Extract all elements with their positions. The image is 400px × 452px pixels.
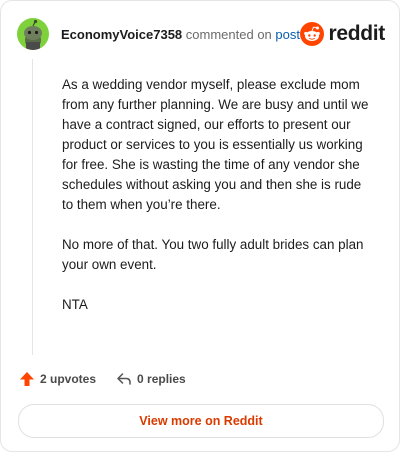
comment-card: EconomyVoice7358 commented on post reddi… [0,0,400,452]
commented-on-text: commented on [185,26,272,42]
comment-header: EconomyVoice7358 commented on post reddi… [17,17,385,51]
comment-paragraph: As a wedding vendor myself, please exclu… [62,77,369,212]
comment-paragraph: NTA [62,297,88,312]
reddit-logo-icon [300,22,325,46]
upvote-button[interactable]: 2 upvotes [19,371,96,387]
comment-paragraph: No more of that. You two fully adult bri… [62,237,364,272]
upvote-count: 2 upvotes [40,372,97,386]
thread-line [32,59,33,355]
reply-button[interactable]: 0 replies [116,371,186,387]
post-link[interactable]: post [275,27,300,42]
upvote-arrow-icon [20,372,34,386]
reddit-wordmark: reddit [328,22,385,45]
reddit-logo[interactable]: reddit [300,22,385,46]
reply-arrow-icon [117,373,131,385]
avatar[interactable] [17,18,49,50]
username[interactable]: EconomyVoice7358 [61,27,182,42]
comment-actions: 2 upvotes 0 replies [19,371,186,387]
comment-meta: EconomyVoice7358 commented on post [61,27,300,42]
view-more-button[interactable]: View more on Reddit [18,404,384,438]
reply-count: 0 replies [137,372,186,386]
snoo-avatar-icon [24,19,42,50]
comment-body: As a wedding vendor myself, please exclu… [62,75,374,335]
